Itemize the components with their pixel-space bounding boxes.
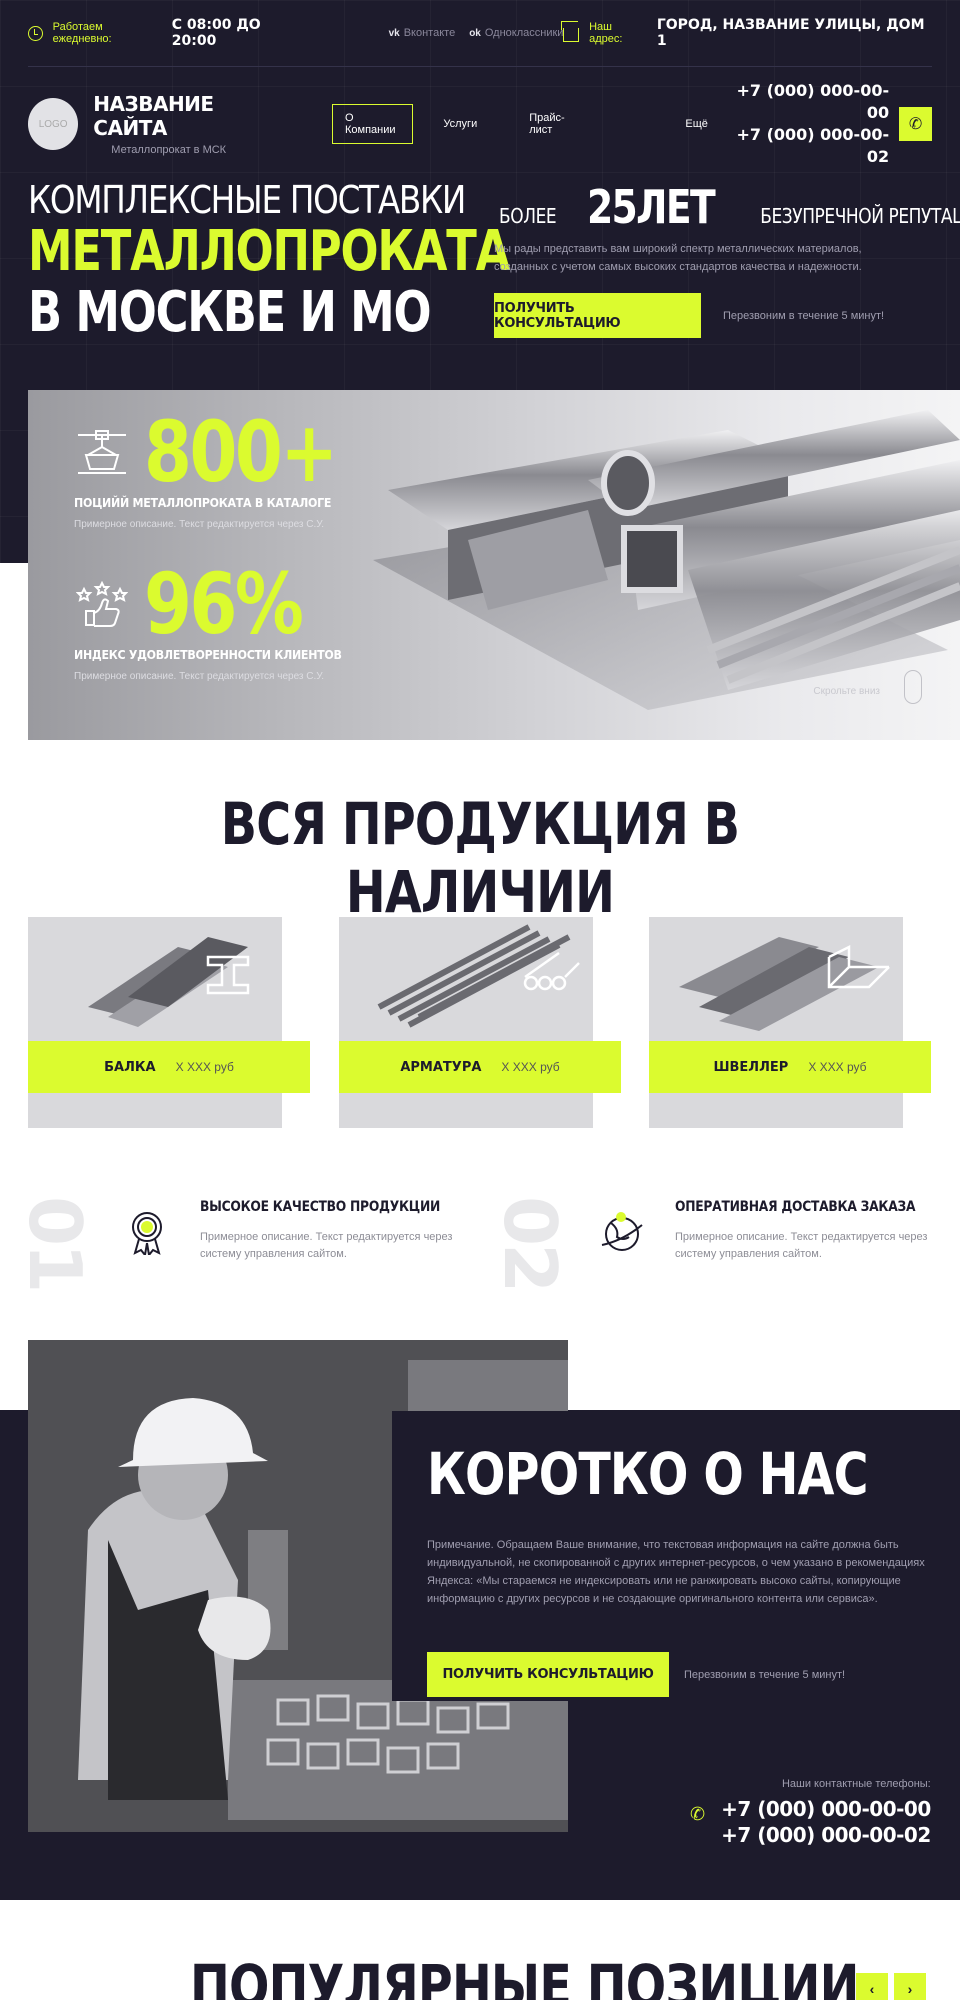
feature-number-2: 02 (488, 1196, 572, 1291)
thumbs-up-stars-icon (74, 580, 130, 628)
popular-title: ПОПУЛЯРНЫЕ ПОЗИЦИИ (190, 1952, 859, 2000)
contacts-phone-1[interactable]: +7 (000) 000-00-00 (721, 1796, 931, 1822)
vk-link[interactable]: vk Вконтакте (389, 27, 456, 39)
about-cta-row: ПОЛУЧИТЬ КОНСУЛЬТАЦИЮ Перезвоним в течен… (427, 1652, 845, 1697)
stat-positions-label: ПОЦИЙЙ МЕТАЛЛОПРОКАТА В КАТАЛОГЕ (74, 496, 332, 510)
consultation-button[interactable]: ПОЛУЧИТЬ КОНСУЛЬТАЦИЮ (494, 293, 701, 338)
header-phone-2[interactable]: +7 (000) 000-00-02 (720, 124, 889, 168)
header-phones: +7 (000) 000-00-00 +7 (000) 000-00-02 (720, 80, 889, 168)
ok-link[interactable]: ok Одноклассники (469, 27, 563, 39)
chevron-left-icon: ‹ (869, 1981, 875, 1997)
address-value: ГОРОД, НАЗВАНИЕ УЛИЦЫ, ДОМ 1 (656, 17, 925, 49)
mouse-scroll-icon[interactable] (904, 670, 922, 704)
contacts-phone-2[interactable]: +7 (000) 000-00-02 (721, 1822, 931, 1848)
phone-icon: ✆ (908, 116, 923, 133)
years-value: 25ЛЕТ (587, 180, 716, 234)
stats-banner: 800+ ПОЦИЙЙ МЕТАЛЛОПРОКАТА В КАТАЛОГЕ Пр… (28, 390, 960, 740)
hero-description: Мы рады представить вам широкий спектр м… (494, 243, 862, 273)
product-price-rebar: Х ХХХ руб (501, 1060, 560, 1074)
stat-satisfaction-desc: Примерное описание. Текст редактируется … (74, 671, 325, 682)
product-name-channel: ШВЕЛЛЕР (713, 1059, 789, 1075)
hero-line-3: В МОСКВЕ И МО (28, 280, 432, 345)
callback-note: Перезвоним в течение 5 минут! (723, 309, 885, 322)
product-price-channel: Х ХХХ руб (808, 1060, 867, 1074)
carousel-prev-button[interactable]: ‹ (856, 1973, 888, 2000)
clock-icon (28, 25, 43, 41)
crane-icon (74, 428, 130, 476)
site-subtitle: Металлопрокат в МСК (111, 144, 227, 156)
hero-line-1: КОМПЛЕКСНЫЕ ПОСТАВКИ (28, 178, 466, 222)
product-name-rebar: АРМАТУРА (400, 1059, 482, 1075)
nav-item-price-list[interactable]: Прайс-лист (517, 105, 593, 143)
feature-number-1: 01 (13, 1196, 97, 1291)
feature-delivery: 02 ОПЕРАТИВНАЯ ДОСТАВКА ЗАКАЗА Примерное… (488, 1195, 948, 1291)
address-label: Наш адрес: (589, 21, 623, 45)
top-bar: Работаем ежедневно: С 08:00 ДО 20:00 vk В… (28, 17, 932, 49)
nav-item-company[interactable]: О Компании (332, 104, 414, 144)
beam-image (88, 937, 250, 1027)
product-card-rebar[interactable]: АРМАТУРА Х ХХХ руб (339, 917, 621, 1128)
carousel-arrows: ‹ › (856, 1973, 926, 2000)
stat-satisfaction-label: ИНДЕКС УДОВЛЕТВОРЕННОСТИ КЛИЕНТОВ (74, 648, 342, 662)
site-name: НАЗВАНИЕ САЙТА (93, 92, 214, 140)
stat-positions-value: 800+ (144, 403, 338, 501)
hero-info: БОЛЕЕ 25ЛЕТ БЕЗУПРЕЧНОЙ РЕПУТАЦИИ Мы рад… (494, 180, 960, 338)
hours-label: Работаем ежедневно: (52, 21, 112, 45)
chevron-right-icon: › (907, 1981, 913, 1997)
logo[interactable]: LOGO (28, 98, 79, 150)
nav-item-more[interactable]: Ещё (673, 111, 720, 137)
product-bar-channel: ШВЕЛЛЕР Х ХХХ руб (649, 1041, 931, 1093)
about-contacts: ✆ Наши контактные телефоны: +7 (000) 000… (690, 1778, 931, 1848)
quality-medal-icon (132, 1212, 162, 1255)
stat-satisfaction-value: 96% (144, 555, 304, 653)
about-consultation-button[interactable]: ПОЛУЧИТЬ КОНСУЛЬТАЦИЮ (427, 1652, 669, 1697)
product-bar-beam: БАЛКА Х ХХХ руб (28, 1041, 310, 1093)
product-card-channel[interactable]: ШВЕЛЛЕР Х ХХХ руб (649, 917, 931, 1128)
scroll-hint: Скрольте вниз (813, 686, 880, 697)
site-branding: НАЗВАНИЕ САЙТА Металлопрокат в МСК (93, 92, 287, 156)
channel-image (679, 937, 890, 1031)
stat-positions: 800+ ПОЦИЙЙ МЕТАЛЛОПРОКАТА В КАТАЛОГЕ Пр… (74, 410, 378, 530)
product-price-beam: Х ХХХ руб (175, 1060, 234, 1074)
carousel-next-button[interactable]: › (894, 1973, 926, 2000)
stat-satisfaction: 96% ИНДЕКС УДОВЛЕТВОРЕННОСТИ КЛИЕНТОВ Пр… (74, 562, 365, 682)
product-card-beam[interactable]: БАЛКА Х ХХХ руб (28, 917, 310, 1128)
products-title: ВСЯ ПРОДУКЦИЯ В НАЛИЧИИ (0, 790, 960, 926)
vk-icon: vk (388, 28, 400, 39)
feature-desc-delivery: Примерное описание. Текст редактируется … (675, 1231, 928, 1260)
products-title-text: ВСЯ ПРОДУКЦИЯ В НАЛИЧИИ (220, 790, 740, 926)
about-callback-note: Перезвоним в течение 5 минут! (684, 1668, 846, 1681)
divider (28, 66, 932, 67)
header-phone-1[interactable]: +7 (000) 000-00-00 (720, 80, 889, 124)
hours-value: С 08:00 ДО 20:00 (171, 17, 261, 49)
building-icon (563, 28, 580, 42)
hero-cta-row: ПОЛУЧИТЬ КОНСУЛЬТАЦИЮ Перезвоним в течен… (494, 293, 934, 338)
vk-label: Вконтакте (403, 27, 456, 39)
product-name-beam: БАЛКА (104, 1059, 156, 1075)
odnoklassniki-icon: ok (469, 28, 481, 39)
stat-positions-desc: Примерное описание. Текст редактируется … (74, 519, 325, 530)
about-title: КОРОТКО О НАС (427, 1440, 869, 1508)
years-suffix: БЕЗУПРЕЧНОЙ РЕПУТАЦИИ (760, 204, 960, 228)
years-badge: БОЛЕЕ 25ЛЕТ БЕЗУПРЕЧНОЙ РЕПУТАЦИИ (494, 180, 960, 234)
contacts-label: Наши контактные телефоны: (781, 1778, 931, 1790)
nav-item-services[interactable]: Услуги (431, 111, 489, 137)
product-bar-rebar: АРМАТУРА Х ХХХ руб (339, 1041, 621, 1093)
header: LOGO НАЗВАНИЕ САЙТА Металлопрокат в МСК … (28, 81, 932, 166)
hero-line-2: МЕТАЛЛОПРОКАТА (28, 219, 510, 284)
feature-desc-quality: Примерное описание. Текст редактируется … (200, 1231, 453, 1260)
rebar-image (377, 924, 580, 1028)
feature-title-quality: ВЫСОКОЕ КАЧЕСТВО ПРОДУКЦИИ (200, 1199, 441, 1215)
globe-delivery-icon (601, 1212, 643, 1251)
feature-title-delivery: ОПЕРАТИВНАЯ ДОСТАВКА ЗАКАЗА (675, 1199, 916, 1215)
main-nav: О Компании Услуги Прайс-лист Ещё (332, 104, 720, 144)
feature-quality: 01 ВЫСОКОЕ КАЧЕСТВО ПРОДУКЦИИ Примерное … (13, 1195, 473, 1291)
phone-icon: ✆ (690, 1804, 706, 1824)
call-button[interactable]: ✆ (899, 107, 932, 141)
ok-label: Одноклассники (484, 27, 564, 39)
about-text: Примечание. Обращаем Ваше внимание, что … (427, 1539, 925, 1605)
years-prefix: БОЛЕЕ (499, 204, 557, 228)
